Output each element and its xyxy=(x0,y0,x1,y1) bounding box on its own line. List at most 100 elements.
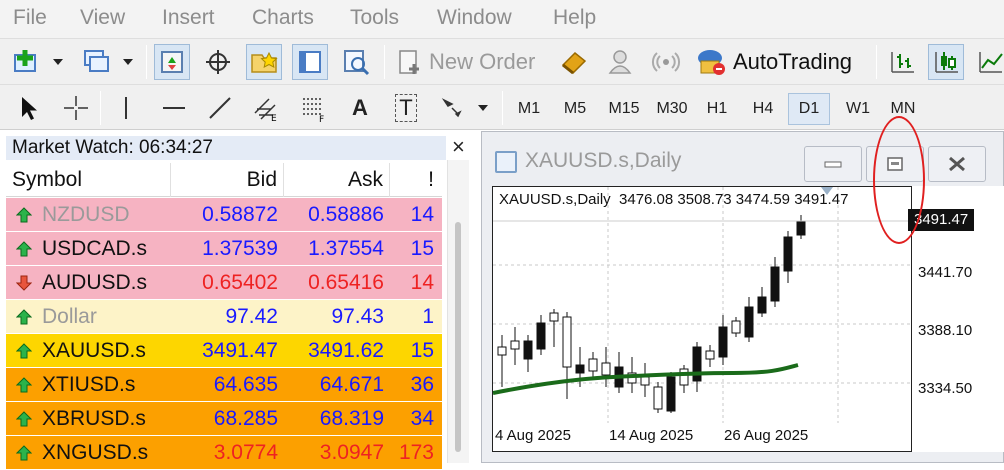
menu-window[interactable]: Window xyxy=(437,6,512,30)
autotrading-button[interactable]: AutoTrading xyxy=(694,44,872,80)
symbol-name: XBRUSD.s xyxy=(42,407,146,430)
profiles-button[interactable] xyxy=(78,44,114,80)
bid-price: 97.42 xyxy=(225,305,278,328)
timeframe-h1[interactable]: H1 xyxy=(698,93,736,125)
timeframe-m1[interactable]: M1 xyxy=(510,93,548,125)
timeframe-h4[interactable]: H4 xyxy=(744,93,782,125)
timeframe-w1[interactable]: W1 xyxy=(838,93,878,125)
new-order-label: New Order xyxy=(429,49,536,74)
text-button[interactable]: A xyxy=(342,90,378,126)
minimize-icon xyxy=(824,161,842,168)
column-bid[interactable]: Bid xyxy=(171,163,284,197)
metaeditor-button[interactable] xyxy=(556,44,592,80)
text-label-button[interactable]: T xyxy=(388,90,424,126)
vertical-line-icon xyxy=(125,97,127,119)
vertical-line-button[interactable] xyxy=(108,90,144,126)
menu-insert[interactable]: Insert xyxy=(162,6,215,30)
price-label: 3334.50 xyxy=(918,380,973,397)
ask-price: 64.671 xyxy=(319,373,384,396)
market-watch-row[interactable]: XBRUSD.s 68.285 68.319 34 xyxy=(6,402,442,436)
market-watch-header: Symbol Bid Ask ! xyxy=(6,163,442,197)
chart-window-title: XAUUSD.s,Daily xyxy=(525,149,682,172)
arrow-up-icon xyxy=(16,411,32,427)
candle-body xyxy=(523,340,533,360)
radio-icon xyxy=(651,52,681,72)
line-chart-button[interactable] xyxy=(972,44,1004,80)
fibonacci-icon: F xyxy=(303,98,324,123)
scrollbar-thumb[interactable] xyxy=(455,222,461,452)
signals-icon xyxy=(608,50,632,74)
column-ask[interactable]: Ask xyxy=(284,163,390,197)
candle-body xyxy=(731,320,741,334)
minimize-button[interactable] xyxy=(804,146,862,182)
candle-body xyxy=(575,364,585,374)
candle-body xyxy=(601,362,611,376)
standard-toolbar: New Order AutoTrading xyxy=(0,38,1004,84)
metaeditor-icon xyxy=(561,51,587,75)
new-chart-button[interactable] xyxy=(8,44,44,80)
toolbar-separator xyxy=(100,91,101,125)
new-chart-dropdown-icon[interactable] xyxy=(53,59,63,65)
spread-value: 14 xyxy=(410,203,434,226)
market-watch-row[interactable]: XTIUSD.s 64.635 64.671 36 xyxy=(6,368,442,402)
terminal-button[interactable] xyxy=(292,44,328,80)
close-window-button[interactable] xyxy=(928,146,986,182)
arrows-dropdown-icon[interactable] xyxy=(478,105,488,111)
ask-price: 0.58886 xyxy=(308,203,384,226)
strategy-tester-button[interactable] xyxy=(338,44,374,80)
new-order-button[interactable]: New Order xyxy=(394,44,554,80)
candlestick-chart-button[interactable] xyxy=(928,44,964,80)
market-watch-row[interactable]: AUDUSD.s 0.65402 0.65416 14 xyxy=(6,266,442,300)
timeframe-m30[interactable]: M30 xyxy=(650,93,694,125)
arrow-up-icon xyxy=(16,309,32,325)
profiles-dropdown-icon[interactable] xyxy=(123,59,133,65)
column-spread[interactable]: ! xyxy=(390,163,442,197)
menu-view[interactable]: View xyxy=(80,6,125,30)
channel-icon: E xyxy=(254,98,277,123)
fibonacci-button[interactable]: F xyxy=(296,90,332,126)
spread-value: 15 xyxy=(410,237,434,260)
spread-value: 34 xyxy=(410,407,434,430)
date-label: 4 Aug 2025 xyxy=(495,427,571,444)
crosshair-button[interactable] xyxy=(58,90,94,126)
column-symbol[interactable]: Symbol xyxy=(6,163,171,197)
candle-body xyxy=(666,376,676,412)
trendline-button[interactable] xyxy=(202,90,238,126)
price-label: 3441.70 xyxy=(918,264,973,281)
market-watch-row[interactable]: XAUUSD.s 3491.47 3491.62 15 xyxy=(6,334,442,368)
terminal-icon xyxy=(299,51,321,73)
market-watch-row[interactable]: Dollar 97.42 97.43 1 xyxy=(6,300,442,334)
close-icon xyxy=(949,156,965,172)
radio-button[interactable] xyxy=(648,44,684,80)
market-watch-close-button[interactable]: × xyxy=(452,134,465,160)
menu-charts[interactable]: Charts xyxy=(252,6,314,30)
data-window-button[interactable] xyxy=(200,44,236,80)
equidistant-channel-button[interactable]: E xyxy=(248,90,284,126)
menu-help[interactable]: Help xyxy=(553,6,596,30)
ask-price: 3.0947 xyxy=(319,441,384,464)
market-watch-row[interactable]: XNGUSD.s 3.0774 3.0947 173 xyxy=(6,436,442,470)
market-watch-row[interactable]: USDCAD.s 1.37539 1.37554 15 xyxy=(6,232,442,266)
cursor-button[interactable] xyxy=(10,90,46,126)
price-chart[interactable] xyxy=(492,186,912,452)
market-watch-button[interactable] xyxy=(154,44,190,80)
spread-value: 15 xyxy=(410,339,434,362)
arrows-icon xyxy=(441,98,462,118)
navigator-button[interactable] xyxy=(246,44,282,80)
ask-price: 68.319 xyxy=(319,407,384,430)
bar-chart-icon xyxy=(891,52,914,73)
bid-price: 1.37539 xyxy=(202,237,278,260)
profiles-icon xyxy=(84,50,109,72)
timeframe-m5[interactable]: M5 xyxy=(556,93,594,125)
menu-tools[interactable]: Tools xyxy=(350,6,399,30)
market-watch-scrollbar[interactable] xyxy=(447,160,469,463)
arrows-button[interactable] xyxy=(434,90,470,126)
timeframe-m15[interactable]: M15 xyxy=(602,93,646,125)
horizontal-line-button[interactable] xyxy=(156,90,192,126)
market-watch-row[interactable]: NZDUSD 0.58872 0.58886 14 xyxy=(6,198,442,232)
candle-body xyxy=(783,236,793,272)
timeframe-d1[interactable]: D1 xyxy=(788,93,830,125)
signals-button[interactable] xyxy=(602,44,638,80)
bar-chart-button[interactable] xyxy=(884,44,920,80)
menu-file[interactable]: File xyxy=(13,6,47,30)
